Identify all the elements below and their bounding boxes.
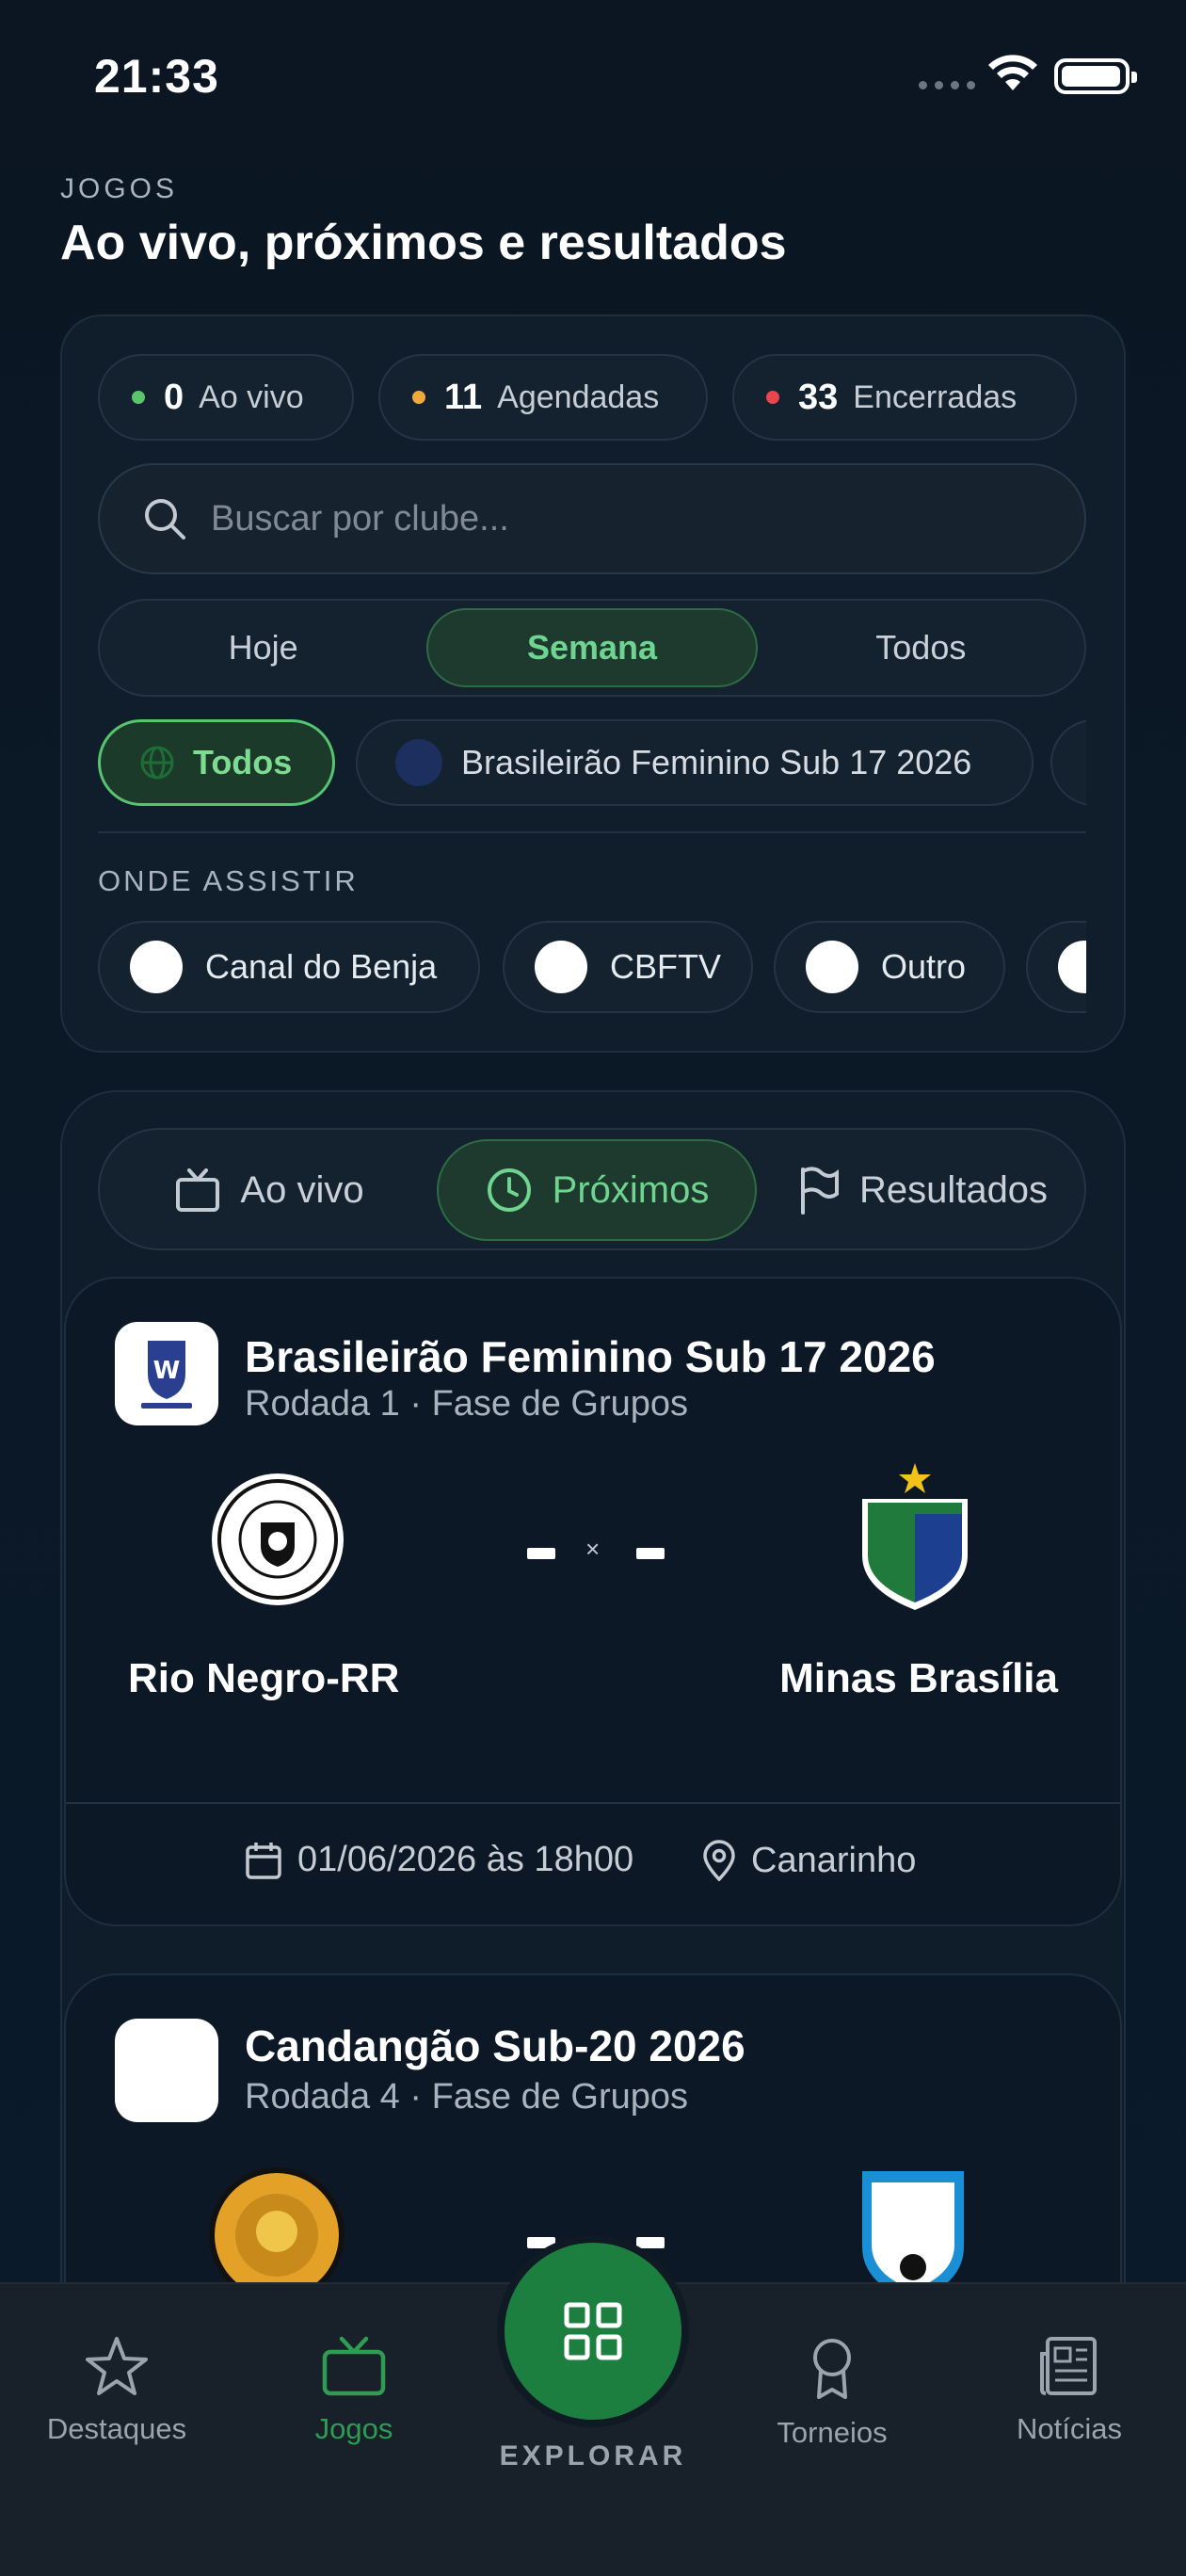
- stat-finished[interactable]: 33 Encerradas: [732, 354, 1077, 441]
- home-team-name: Rio Negro-RR: [128, 1655, 400, 1701]
- period-all[interactable]: Todos: [758, 601, 1084, 695]
- tab-upcoming[interactable]: Próximos: [437, 1139, 757, 1241]
- competition-chip-more[interactable]: [1050, 719, 1086, 806]
- tab-live-label: Ao vivo: [240, 1168, 364, 1211]
- competition-chip-all-label: Todos: [193, 743, 293, 781]
- channel-label: Outro: [881, 947, 967, 986]
- channel-label: CBFTV: [610, 947, 722, 986]
- scheduled-dot-icon: [412, 391, 425, 404]
- tab-upcoming-label: Próximos: [552, 1168, 710, 1211]
- home-score-placeholder: [527, 1548, 555, 1559]
- cellular-signal-icon: [919, 81, 975, 89]
- search-icon: [145, 499, 185, 539]
- period-week[interactable]: Semana: [426, 608, 758, 687]
- location-pin-icon: [703, 1840, 735, 1881]
- away-score-placeholder: [636, 2237, 665, 2248]
- grid-icon: [564, 2302, 622, 2360]
- channel-label: Canal do Benja: [205, 947, 438, 986]
- clock-icon: [487, 1168, 531, 1212]
- competition-name: Candangão Sub-20 2026: [245, 2021, 745, 2070]
- tv-icon: [176, 1168, 220, 1212]
- away-score-placeholder: [636, 1548, 665, 1559]
- channel-logo-icon: [130, 941, 183, 993]
- competition-chip-all[interactable]: Todos: [98, 719, 335, 806]
- search-input[interactable]: Buscar por clube...: [98, 463, 1086, 574]
- nav-jogos[interactable]: Jogos: [250, 2335, 457, 2446]
- channel-chip-cbftv[interactable]: CBFTV: [503, 921, 753, 1013]
- period-today[interactable]: Hoje: [100, 601, 426, 695]
- period-selector: Hoje Semana Todos: [98, 599, 1086, 697]
- tab-results[interactable]: Resultados: [764, 1139, 1079, 1241]
- stat-live[interactable]: 0 Ao vivo: [98, 354, 354, 441]
- stat-scheduled[interactable]: 11 Agendadas: [378, 354, 708, 441]
- card-divider: [66, 1802, 1120, 1804]
- wifi-icon: [988, 55, 1037, 90]
- games-tabs: Ao vivo Próximos Resultados: [98, 1128, 1086, 1250]
- nav-destaques-label: Destaques: [46, 2412, 187, 2445]
- competition-filter-row: Todos Brasileirão Feminino Sub 17 2026: [98, 719, 1086, 808]
- home-team-crest-icon: [212, 1473, 344, 1605]
- channel-chip-canal-do-benja[interactable]: Canal do Benja: [98, 921, 480, 1013]
- calendar-icon: [246, 1842, 281, 1879]
- stat-live-label: Ao vivo: [199, 378, 304, 415]
- explore-button[interactable]: [505, 2243, 681, 2420]
- home-score-placeholder: [527, 2237, 555, 2248]
- nav-jogos-label: Jogos: [314, 2412, 393, 2445]
- tab-live[interactable]: Ao vivo: [109, 1139, 429, 1241]
- status-time: 21:33: [94, 50, 219, 103]
- tab-results-label: Resultados: [858, 1168, 1049, 1211]
- match-datetime: 01/06/2026 às 18h00: [245, 1840, 633, 1880]
- competition-chip-brasileirao[interactable]: Brasileirão Feminino Sub 17 2026: [356, 719, 1034, 806]
- nav-torneios[interactable]: Torneios: [729, 2335, 936, 2450]
- away-team-name: Minas Brasília: [779, 1655, 1058, 1701]
- search-placeholder: Buscar por clube...: [211, 498, 509, 539]
- svg-text:W: W: [153, 1357, 181, 1385]
- round-info: Rodada 1 · Fase de Grupos: [245, 1384, 689, 1424]
- brasileirao-shield-icon: W: [141, 1341, 192, 1409]
- competition-name: Brasileirão Feminino Sub 17 2026: [245, 1332, 936, 1381]
- round-info: Rodada 4 · Fase de Grupos: [245, 2077, 689, 2117]
- competition-chip-brasileirao-label: Brasileirão Feminino Sub 17 2026: [461, 743, 972, 781]
- channel-filter-row: Canal do Benja CBFTV Outro: [98, 921, 1086, 1015]
- nav-noticias[interactable]: Notícias: [966, 2335, 1173, 2446]
- panel-divider: [98, 831, 1086, 833]
- match-card[interactable]: W Brasileirão Feminino Sub 17 2026 Rodad…: [64, 1277, 1122, 1926]
- stat-finished-count: 33: [798, 377, 839, 417]
- section-label: JOGOS: [60, 173, 179, 204]
- tv-icon: [322, 2336, 386, 2396]
- stat-scheduled-count: 11: [444, 377, 483, 417]
- away-team-crest-icon: [862, 1463, 968, 1610]
- globe-icon: [140, 746, 174, 780]
- brasileirao-logo-icon: [395, 739, 442, 786]
- match-venue: Canarinho: [702, 1840, 916, 1881]
- stat-finished-label: Encerradas: [853, 378, 1018, 415]
- flag-icon: [800, 1167, 839, 1215]
- channel-chip-outro[interactable]: Outro: [774, 921, 1005, 1013]
- page-title: Ao vivo, próximos e resultados: [60, 216, 787, 270]
- explore-label: EXPLORAR: [499, 2440, 687, 2471]
- newspaper-icon: [1040, 2337, 1097, 2395]
- nav-torneios-label: Torneios: [777, 2416, 888, 2449]
- battery-icon: [1054, 58, 1137, 94]
- competition-logo: W: [115, 1322, 218, 1425]
- trophy-ribbon-icon: [813, 2339, 851, 2399]
- stat-live-count: 0: [164, 377, 184, 417]
- finished-dot-icon: [766, 391, 779, 404]
- nav-destaques[interactable]: Destaques: [13, 2335, 220, 2446]
- match-venue-text: Canarinho: [751, 1840, 917, 1880]
- stat-scheduled-label: Agendadas: [497, 378, 660, 415]
- match-datetime-text: 01/06/2026 às 18h00: [297, 1840, 634, 1879]
- versus-symbol: ×: [585, 1535, 601, 1563]
- channel-logo-icon: [535, 941, 587, 993]
- nav-noticias-label: Notícias: [1017, 2412, 1122, 2445]
- competition-logo: [115, 2019, 218, 2122]
- channel-chip-more[interactable]: [1026, 921, 1086, 1013]
- channel-logo-icon: [806, 941, 858, 993]
- channel-logo-icon: [1058, 941, 1086, 993]
- live-dot-icon: [132, 391, 145, 404]
- star-icon: [86, 2337, 148, 2395]
- where-to-watch-label: ONDE ASSISTIR: [98, 864, 359, 897]
